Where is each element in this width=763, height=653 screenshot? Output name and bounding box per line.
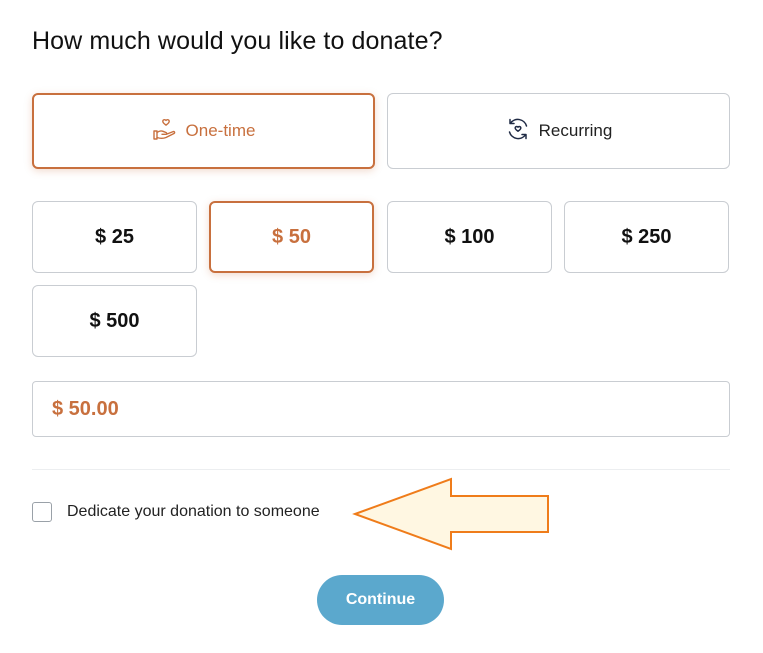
left-arrow-annotation [352,477,549,551]
continue-button[interactable]: Continue [317,575,444,625]
hand-heart-icon [152,116,178,147]
amount-option-250[interactable]: $ 250 [564,201,729,273]
one-time-label: One-time [185,121,256,140]
recurring-heart-icon [505,116,531,147]
custom-amount-input[interactable]: $ 50.00 [32,381,730,437]
amount-option-50[interactable]: $ 50 [209,201,374,273]
one-time-button[interactable]: One-time [32,93,375,169]
dedicate-option[interactable]: Dedicate your donation to someone [32,502,320,522]
amount-option-25[interactable]: $ 25 [32,201,197,273]
divider [32,469,730,470]
dedicate-checkbox[interactable] [32,502,52,522]
recurring-label: Recurring [538,121,613,140]
amount-option-100[interactable]: $ 100 [387,201,552,273]
recurring-button[interactable]: Recurring [387,93,730,169]
dedicate-label: Dedicate your donation to someone [67,503,320,520]
page-title: How much would you like to donate? [32,27,443,55]
amount-option-500[interactable]: $ 500 [32,285,197,357]
